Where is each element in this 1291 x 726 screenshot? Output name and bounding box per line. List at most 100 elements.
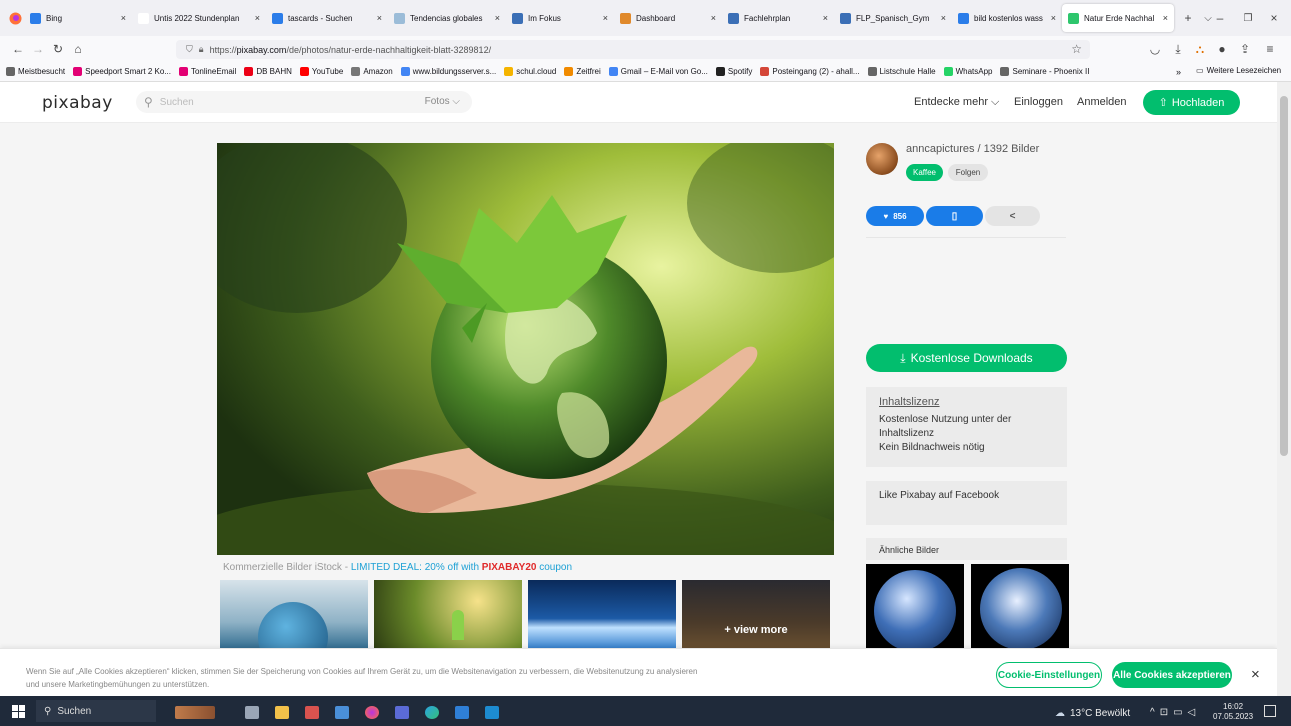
bookmark-item[interactable]: Listschule Halle [867,67,936,76]
bookmark-item[interactable]: Spotify [715,67,752,76]
store-icon[interactable] [455,706,469,719]
teams-icon[interactable] [395,706,409,719]
facebook-like-text[interactable]: Like Pixabay auf Facebook [879,489,1054,503]
istock-ad-line[interactable]: Kommerzielle Bilder iStock - LIMITED DEA… [223,562,572,573]
app-menu-icon[interactable]: ≡ [1260,39,1280,59]
bookmark-item[interactable]: Posteingang (2) - ahall... [760,67,860,76]
tab-9[interactable]: Natur Erde Nachhal × [1062,4,1174,32]
close-window-button[interactable]: × [1264,8,1284,28]
tab-5[interactable]: Dashboard × [614,4,722,32]
bookmark-item[interactable]: Amazon [351,67,393,76]
back-icon[interactable]: ← [8,39,28,59]
tab-1[interactable]: Untis 2022 Stundenplan × [132,4,266,32]
similar-image-1[interactable] [866,564,964,649]
scrollbar-thumb[interactable] [1280,96,1288,456]
bookmark-button[interactable]: ▯ [926,206,983,226]
main-photo[interactable] [217,143,834,555]
istock-thumb-3[interactable] [528,580,676,650]
downloads-icon[interactable]: ⤓ [1168,39,1188,59]
extension-icon[interactable]: ⛬ [1190,39,1210,59]
edge-icon[interactable] [425,706,439,719]
app-icon[interactable] [485,706,499,719]
tab-6[interactable]: Fachlehrplan × [722,4,834,32]
other-bookmarks-folder[interactable]: ▭ Weitere Lesezeichen [1196,66,1282,75]
clock[interactable]: 16:02 07.05.2023 [1213,702,1253,722]
tab-close-icon[interactable]: × [823,13,828,23]
bookmark-star-icon[interactable]: ☆ [1071,42,1082,56]
bookmark-item[interactable]: Gmail – E-Mail von Go... [608,67,708,76]
upload-button[interactable]: ⇧ Hochladen [1143,90,1240,115]
account-icon[interactable]: ● [1212,39,1232,59]
tray-icons[interactable]: ^⊡▭◁ [1150,707,1200,718]
explore-menu[interactable]: Entdecke mehr ⌵ [914,96,999,109]
tab-8[interactable]: bild kostenlos wass × [952,4,1062,32]
tab-0[interactable]: Bing × [24,4,132,32]
tab-7[interactable]: FLP_Spanisch_Gym × [834,4,952,32]
bookmark-item[interactable]: Seminare - Phoenix II [1000,67,1089,76]
tab-close-icon[interactable]: × [377,13,382,23]
coffee-button[interactable]: Kaffee [906,164,943,181]
register-link[interactable]: Anmelden [1077,96,1127,108]
explorer-icon[interactable] [275,706,289,719]
login-link[interactable]: Einloggen [1014,96,1063,108]
bookmark-item[interactable]: TonlineEmail [178,67,236,76]
tab-4[interactable]: Im Fokus × [506,4,614,32]
author-avatar[interactable] [866,143,898,175]
close-cookie-banner-icon[interactable]: × [1251,666,1260,683]
task-view-icon[interactable] [245,706,259,719]
office-icon[interactable] [305,706,319,719]
new-tab-button[interactable]: + [1178,8,1198,28]
bookmark-item[interactable]: Speedport Smart 2 Ko... [73,67,171,76]
weather-widget[interactable]: ☁ 13°C Bewölkt [1055,708,1130,719]
like-button[interactable]: ♥ 856 [866,206,924,226]
free-download-button[interactable]: ⤓ Kostenlose Downloads [866,344,1067,372]
notification-icon[interactable] [1264,705,1276,717]
bookmark-item[interactable]: WhatsApp [943,67,992,76]
firefox-taskbar-icon[interactable] [365,706,379,719]
maximize-button[interactable]: ❐ [1238,8,1258,28]
follow-button[interactable]: Folgen [948,164,988,181]
tab-3[interactable]: Tendencias globales × [388,4,506,32]
tab-close-icon[interactable]: × [1163,13,1168,23]
news-widget-icon[interactable] [175,706,215,719]
search-type-select[interactable]: Fotos ⌵ [425,96,460,107]
share-icon[interactable]: ⇪ [1235,39,1255,59]
tab-close-icon[interactable]: × [941,13,946,23]
tab-close-icon[interactable]: × [255,13,260,23]
bookmark-item[interactable]: www.bildungsserver.s... [400,67,496,76]
reload-icon[interactable]: ↻ [48,39,68,59]
bookmark-item[interactable]: schul.cloud [504,67,556,76]
author-name[interactable]: anncapictures / 1392 Bilder [906,143,1039,155]
url-bar[interactable]: ⛉ 🔒︎ https://pixabay.com/de/photos/natur… [176,40,1090,59]
accept-all-cookies-button[interactable]: Alle Cookies akzeptieren [1112,662,1232,688]
home-icon[interactable]: ⌂ [68,39,88,59]
windows-start-icon[interactable] [12,705,25,718]
firefox-menu-icon[interactable] [6,8,24,28]
lock-icon[interactable]: 🔒︎ [199,44,204,55]
minimize-button[interactable]: – [1210,8,1230,28]
shield-icon[interactable]: ⛉ [186,44,193,55]
search-input[interactable]: ⚲ Suchen Fotos ⌵ [136,91,472,113]
tab-close-icon[interactable]: × [121,13,126,23]
cookie-settings-button[interactable]: Cookie-Einstellungen [996,662,1102,688]
bookmark-item[interactable]: Meistbesucht [6,67,65,76]
bookmark-item[interactable]: YouTube [299,67,343,76]
tab-close-icon[interactable]: × [495,13,500,23]
notes-icon[interactable] [335,706,349,719]
more-bookmarks-chevron-icon[interactable]: » [1176,67,1181,77]
view-more-thumb[interactable]: + view more [682,580,830,650]
pixabay-logo[interactable]: pixabay [42,93,113,113]
similar-image-2[interactable] [971,564,1069,649]
bookmark-item[interactable]: DB BAHN [244,67,292,76]
tab-2[interactable]: tascards - Suchen × [266,4,388,32]
istock-thumb-2[interactable] [374,580,522,650]
tab-close-icon[interactable]: × [603,13,608,23]
istock-thumb-1[interactable] [220,580,368,650]
taskbar-search-box[interactable]: ⚲ Suchen [36,700,156,722]
tab-close-icon[interactable]: × [1051,13,1056,23]
bookmark-item[interactable]: Zeitfrei [564,67,601,76]
pocket-icon[interactable]: ◡ [1145,39,1165,59]
license-link[interactable]: Inhaltslizenz [879,395,1054,409]
share-button[interactable]: < [985,206,1040,226]
forward-icon[interactable]: → [28,39,48,59]
